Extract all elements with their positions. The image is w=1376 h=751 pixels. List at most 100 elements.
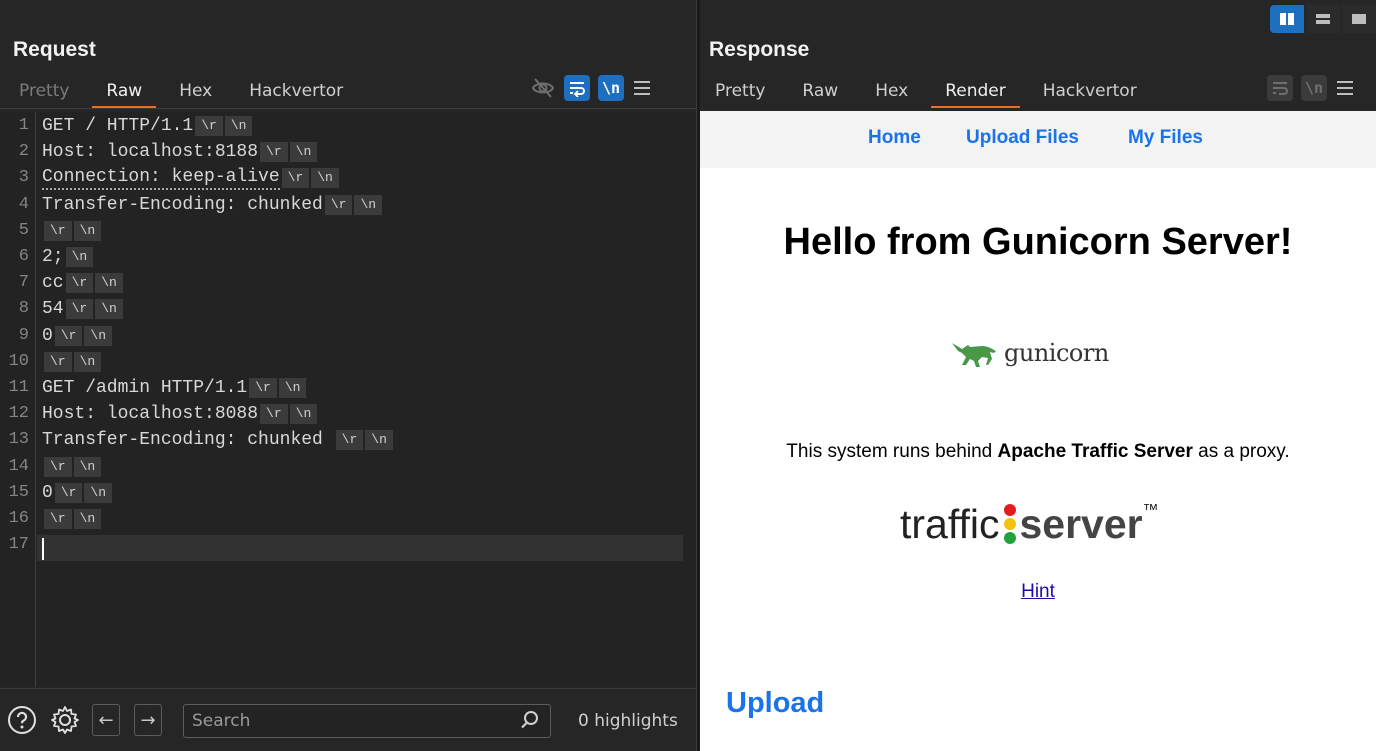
line-text: 54	[42, 299, 64, 320]
line-text: GET /admin HTTP/1.1	[42, 378, 248, 398]
editor-line[interactable]: Host: localhost:8088 \r \n	[42, 401, 318, 427]
line-number: 12	[8, 404, 29, 424]
escape-marker: \n	[95, 273, 123, 294]
editor-line[interactable]: Host: localhost:8188 \r \n	[42, 139, 318, 165]
request-panel: Request Pretty Raw Hex Hackvertor \n 123…	[0, 0, 696, 751]
escape-marker: \r	[324, 194, 353, 215]
nav-upload-files-link[interactable]: Upload Files	[966, 127, 1079, 149]
tab-pretty[interactable]: Pretty	[715, 78, 765, 108]
line-number: 15	[8, 482, 29, 502]
menu-icon[interactable]	[632, 75, 652, 101]
line-text: Host: localhost:8188	[42, 142, 259, 163]
escape-marker: \r	[44, 220, 72, 241]
editor-line[interactable]: 0 \r \n	[42, 323, 113, 349]
word-wrap-icon[interactable]	[1267, 75, 1293, 101]
tab-hex[interactable]: Hex	[179, 78, 212, 108]
line-number: 4	[18, 194, 29, 214]
escape-marker: \r	[260, 404, 288, 425]
escape-marker: \r	[260, 142, 288, 163]
line-number: 7	[18, 273, 29, 293]
back-arrow-button[interactable]: ←	[92, 704, 120, 736]
editor-line[interactable]: GET / HTTP/1.1 \r \n	[42, 113, 253, 139]
response-toolbar: \n	[1267, 75, 1355, 101]
site-navbar: Home Upload Files My Files	[700, 111, 1376, 168]
help-icon[interactable]	[7, 705, 37, 735]
tab-raw[interactable]: Raw	[802, 78, 838, 108]
search-input[interactable]	[192, 709, 512, 733]
traffic-logo-right: server	[1019, 500, 1143, 547]
tab-hackvertor[interactable]: Hackvertor	[249, 78, 343, 108]
newline-icon[interactable]: \n	[1301, 75, 1327, 101]
editor-line[interactable]: GET /admin HTTP/1.1 \r \n	[42, 375, 307, 401]
split-horizontal-icon[interactable]	[1270, 5, 1304, 33]
line-number: 17	[8, 535, 29, 555]
editor-line[interactable]: 2; \n	[42, 244, 94, 270]
newline-icon[interactable]: \n	[598, 75, 624, 101]
trademark-symbol: ™	[1142, 502, 1159, 519]
tab-raw[interactable]: Raw	[92, 78, 156, 108]
request-toolbar: \n	[530, 75, 652, 101]
escape-marker: \n	[73, 220, 102, 241]
tab-render[interactable]: Render	[931, 78, 1020, 108]
search-icon[interactable]	[520, 710, 540, 734]
request-tabs: Pretty Raw Hex Hackvertor	[19, 78, 343, 108]
tab-hackvertor[interactable]: Hackvertor	[1043, 78, 1137, 108]
escape-marker: \n	[84, 325, 113, 346]
single-pane-icon[interactable]	[1342, 5, 1376, 33]
editor-line[interactable]: 54 \r \n	[42, 296, 123, 322]
line-gutter: 1 2 3 4 5 6 7 8 9 10 11 12 13 14 15 16 17	[0, 112, 36, 687]
escape-marker: \n	[278, 378, 307, 398]
arrow-left-icon: ←	[98, 709, 114, 731]
nav-home-link[interactable]: Home	[868, 127, 921, 149]
editor-line[interactable]: \r \n	[42, 218, 102, 244]
escape-marker: \r	[195, 116, 223, 136]
editor-line[interactable]: \r \n	[42, 506, 102, 532]
eye-off-icon[interactable]	[530, 75, 556, 101]
editor-line[interactable]: \r \n	[42, 349, 102, 375]
request-editor[interactable]: 1 2 3 4 5 6 7 8 9 10 11 12 13 14 15 16 17 GET / HTTP/1.1…	[0, 112, 696, 687]
highlights-count: 0 highlights	[578, 711, 678, 731]
forward-arrow-button[interactable]: →	[134, 704, 162, 736]
hint-link[interactable]: Hint	[700, 581, 1376, 603]
escape-marker: \n	[289, 142, 318, 163]
line-number: 6	[18, 247, 29, 266]
escape-marker: \r	[44, 456, 72, 477]
response-title: Response	[709, 38, 810, 61]
gunicorn-logo-text: gunicorn	[1004, 339, 1109, 367]
split-vertical-icon[interactable]	[1306, 5, 1340, 33]
current-line-highlight	[37, 535, 683, 561]
escape-marker: \n	[84, 482, 113, 503]
escape-marker: \r	[249, 378, 277, 398]
editor-line[interactable]: Transfer-Encoding: chunked \r \n	[42, 427, 393, 453]
editor-line[interactable]: Transfer-Encoding: chunked \r \n	[42, 192, 383, 218]
line-number: 13	[8, 430, 29, 450]
escape-marker: \n	[73, 456, 102, 477]
arrow-right-icon: →	[140, 709, 156, 731]
system-text-bold: Apache Traffic Server	[997, 441, 1193, 462]
editor-line[interactable]: 0 \r \n	[42, 480, 113, 506]
editor-line[interactable]: cc \r \n	[42, 270, 123, 296]
escape-marker: \n	[365, 430, 393, 451]
escape-marker: \n	[65, 247, 94, 267]
line-number: 16	[8, 509, 29, 528]
escape-marker: \r	[65, 273, 94, 294]
system-text-suffix: as a proxy.	[1192, 441, 1290, 462]
tab-hex[interactable]: Hex	[875, 78, 908, 108]
editor-line[interactable]: Connection: keep-alive \r \n	[42, 165, 339, 191]
layout-toggle	[1270, 5, 1376, 33]
line-number: 9	[18, 325, 29, 345]
line-number: 8	[18, 299, 29, 319]
escape-marker: \r	[281, 168, 310, 189]
tab-pretty[interactable]: Pretty	[19, 78, 69, 108]
text-caret	[42, 538, 44, 560]
settings-gear-icon[interactable]	[50, 705, 80, 735]
word-wrap-icon[interactable]	[564, 75, 590, 101]
escape-marker: \r	[44, 509, 72, 529]
line-text: 2;	[42, 247, 64, 267]
menu-icon[interactable]	[1335, 75, 1355, 101]
editor-line[interactable]: \r \n	[42, 454, 102, 480]
escape-marker: \n	[354, 194, 383, 215]
line-text: GET / HTTP/1.1	[42, 116, 194, 136]
nav-my-files-link[interactable]: My Files	[1128, 127, 1203, 149]
line-number: 11	[8, 378, 29, 397]
